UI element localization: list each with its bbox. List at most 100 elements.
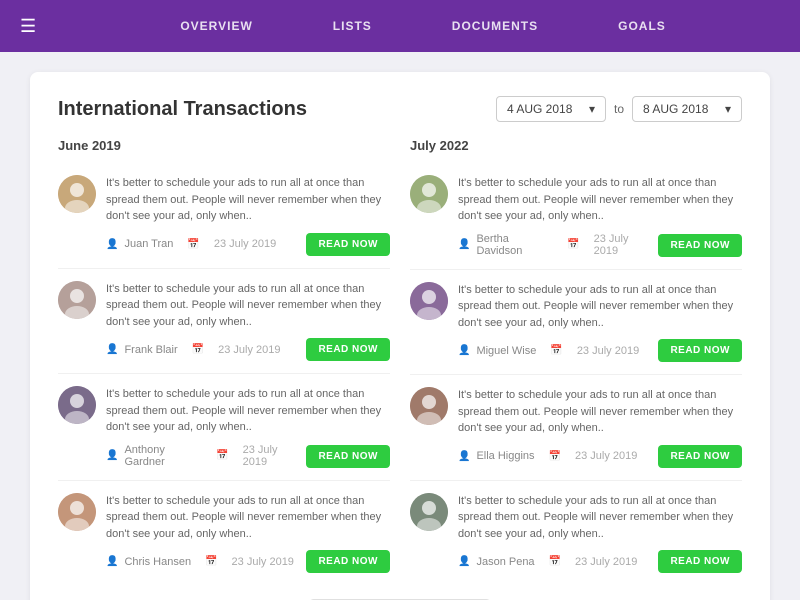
calendar-icon: 📅	[567, 239, 579, 250]
tx-description: It's better to schedule your ads to run …	[106, 175, 390, 225]
user-icon: 👤	[106, 239, 118, 250]
read-now-button[interactable]: READ NOW	[306, 445, 390, 468]
nav-goals[interactable]: GOALS	[578, 19, 706, 33]
navigation: ☰ OVERVIEW LISTS DOCUMENTS GOALS	[0, 0, 800, 52]
avatar	[410, 282, 448, 320]
tx-author: Frank Blair	[124, 344, 177, 356]
right-items-list: It's better to schedule your ads to run …	[410, 163, 742, 585]
avatar	[58, 386, 96, 424]
tx-description: It's better to schedule your ads to run …	[458, 493, 742, 543]
tx-content: It's better to schedule your ads to run …	[106, 281, 390, 362]
tx-author: Juan Tran	[124, 238, 173, 250]
nav-documents[interactable]: DOCUMENTS	[412, 19, 578, 33]
card-title: International Transactions	[58, 98, 307, 121]
calendar-icon: 📅	[192, 344, 204, 355]
tx-date: 23 July 2019	[577, 345, 639, 357]
read-now-button[interactable]: READ NOW	[658, 234, 742, 257]
user-icon: 👤	[458, 556, 470, 567]
user-icon: 👤	[106, 344, 118, 355]
user-icon: 👤	[106, 556, 118, 567]
tx-date: 23 July 2019	[594, 233, 653, 257]
tx-date: 23 July 2019	[218, 344, 280, 356]
tx-author: Miguel Wise	[476, 345, 536, 357]
right-col-title: July 2022	[410, 138, 742, 153]
transactions-card: International Transactions 4 AUG 2018 ▾ …	[30, 72, 770, 600]
date-from-select[interactable]: 4 AUG 2018 ▾	[496, 96, 606, 122]
chevron-down-icon: ▾	[589, 102, 595, 116]
tx-author: Jason Pena	[476, 556, 534, 568]
transaction-item: It's better to schedule your ads to run …	[410, 375, 742, 481]
calendar-icon: 📅	[205, 556, 217, 567]
date-filters: 4 AUG 2018 ▾ to 8 AUG 2018 ▾	[496, 96, 742, 122]
tx-date: 23 July 2019	[214, 238, 276, 250]
calendar-icon: 📅	[549, 556, 561, 567]
user-icon: 👤	[458, 239, 470, 250]
transaction-item: It's better to schedule your ads to run …	[410, 270, 742, 376]
transaction-item: It's better to schedule your ads to run …	[410, 163, 742, 270]
transaction-item: It's better to schedule your ads to run …	[58, 481, 390, 586]
tx-date: 23 July 2019	[575, 450, 637, 462]
tx-date: 23 July 2019	[575, 556, 637, 568]
nav-menu: OVERVIEW LISTS DOCUMENTS GOALS	[66, 19, 780, 33]
tx-content: It's better to schedule your ads to run …	[106, 175, 390, 256]
tx-content: It's better to schedule your ads to run …	[458, 387, 742, 468]
tx-meta: 👤 Miguel Wise 📅 23 July 2019 READ NOW	[458, 339, 742, 362]
avatar	[58, 175, 96, 213]
tx-meta: 👤 Juan Tran 📅 23 July 2019 READ NOW	[106, 233, 390, 256]
tx-meta: 👤 Jason Pena 📅 23 July 2019 READ NOW	[458, 550, 742, 573]
tx-description: It's better to schedule your ads to run …	[106, 493, 390, 543]
tx-meta: 👤 Ella Higgins 📅 23 July 2019 READ NOW	[458, 445, 742, 468]
user-icon: 👤	[458, 345, 470, 356]
calendar-icon: 📅	[550, 345, 562, 356]
calendar-icon: 📅	[187, 239, 199, 250]
avatar	[58, 281, 96, 319]
tx-content: It's better to schedule your ads to run …	[106, 493, 390, 574]
tx-content: It's better to schedule your ads to run …	[458, 493, 742, 574]
read-now-button[interactable]: READ NOW	[306, 233, 390, 256]
tx-date: 23 July 2019	[232, 556, 294, 568]
read-now-button[interactable]: READ NOW	[658, 339, 742, 362]
read-now-button[interactable]: READ NOW	[658, 445, 742, 468]
tx-author: Chris Hansen	[124, 556, 191, 568]
transaction-item: It's better to schedule your ads to run …	[58, 163, 390, 269]
user-icon: 👤	[458, 451, 470, 462]
avatar	[410, 387, 448, 425]
tx-description: It's better to schedule your ads to run …	[458, 387, 742, 437]
tx-content: It's better to schedule your ads to run …	[106, 386, 390, 468]
tx-content: It's better to schedule your ads to run …	[458, 175, 742, 257]
tx-description: It's better to schedule your ads to run …	[458, 282, 742, 332]
user-icon: 👤	[106, 450, 118, 461]
nav-lists[interactable]: LISTS	[293, 19, 412, 33]
card-header: International Transactions 4 AUG 2018 ▾ …	[58, 96, 742, 122]
tx-meta: 👤 Bertha Davidson 📅 23 July 2019 READ NO…	[458, 233, 742, 257]
read-now-button[interactable]: READ NOW	[306, 338, 390, 361]
chevron-down-icon: ▾	[725, 102, 731, 116]
tx-content: It's better to schedule your ads to run …	[458, 282, 742, 363]
columns-container: June 2019 It's better to schedule your a…	[58, 138, 742, 585]
left-items-list: It's better to schedule your ads to run …	[58, 163, 390, 585]
avatar	[410, 493, 448, 531]
tx-meta: 👤 Anthony Gardner 📅 23 July 2019 READ NO…	[106, 444, 390, 468]
read-now-button[interactable]: READ NOW	[306, 550, 390, 573]
tx-author: Anthony Gardner	[124, 444, 202, 468]
avatar	[410, 175, 448, 213]
transaction-item: It's better to schedule your ads to run …	[410, 481, 742, 586]
tx-author: Ella Higgins	[476, 450, 534, 462]
tx-meta: 👤 Frank Blair 📅 23 July 2019 READ NOW	[106, 338, 390, 361]
tx-date: 23 July 2019	[243, 444, 301, 468]
tx-description: It's better to schedule your ads to run …	[458, 175, 742, 225]
avatar	[58, 493, 96, 531]
date-to-select[interactable]: 8 AUG 2018 ▾	[632, 96, 742, 122]
main-content: International Transactions 4 AUG 2018 ▾ …	[0, 52, 800, 600]
transaction-item: It's better to schedule your ads to run …	[58, 269, 390, 375]
tx-description: It's better to schedule your ads to run …	[106, 281, 390, 331]
calendar-icon: 📅	[216, 450, 228, 461]
right-column: July 2022 It's better to schedule your a…	[410, 138, 742, 585]
tx-author: Bertha Davidson	[476, 233, 553, 257]
tx-meta: 👤 Chris Hansen 📅 23 July 2019 READ NOW	[106, 550, 390, 573]
date-to-label: to	[614, 102, 624, 116]
hamburger-icon[interactable]: ☰	[20, 16, 36, 37]
calendar-icon: 📅	[549, 451, 561, 462]
read-now-button[interactable]: READ NOW	[658, 550, 742, 573]
nav-overview[interactable]: OVERVIEW	[140, 19, 292, 33]
